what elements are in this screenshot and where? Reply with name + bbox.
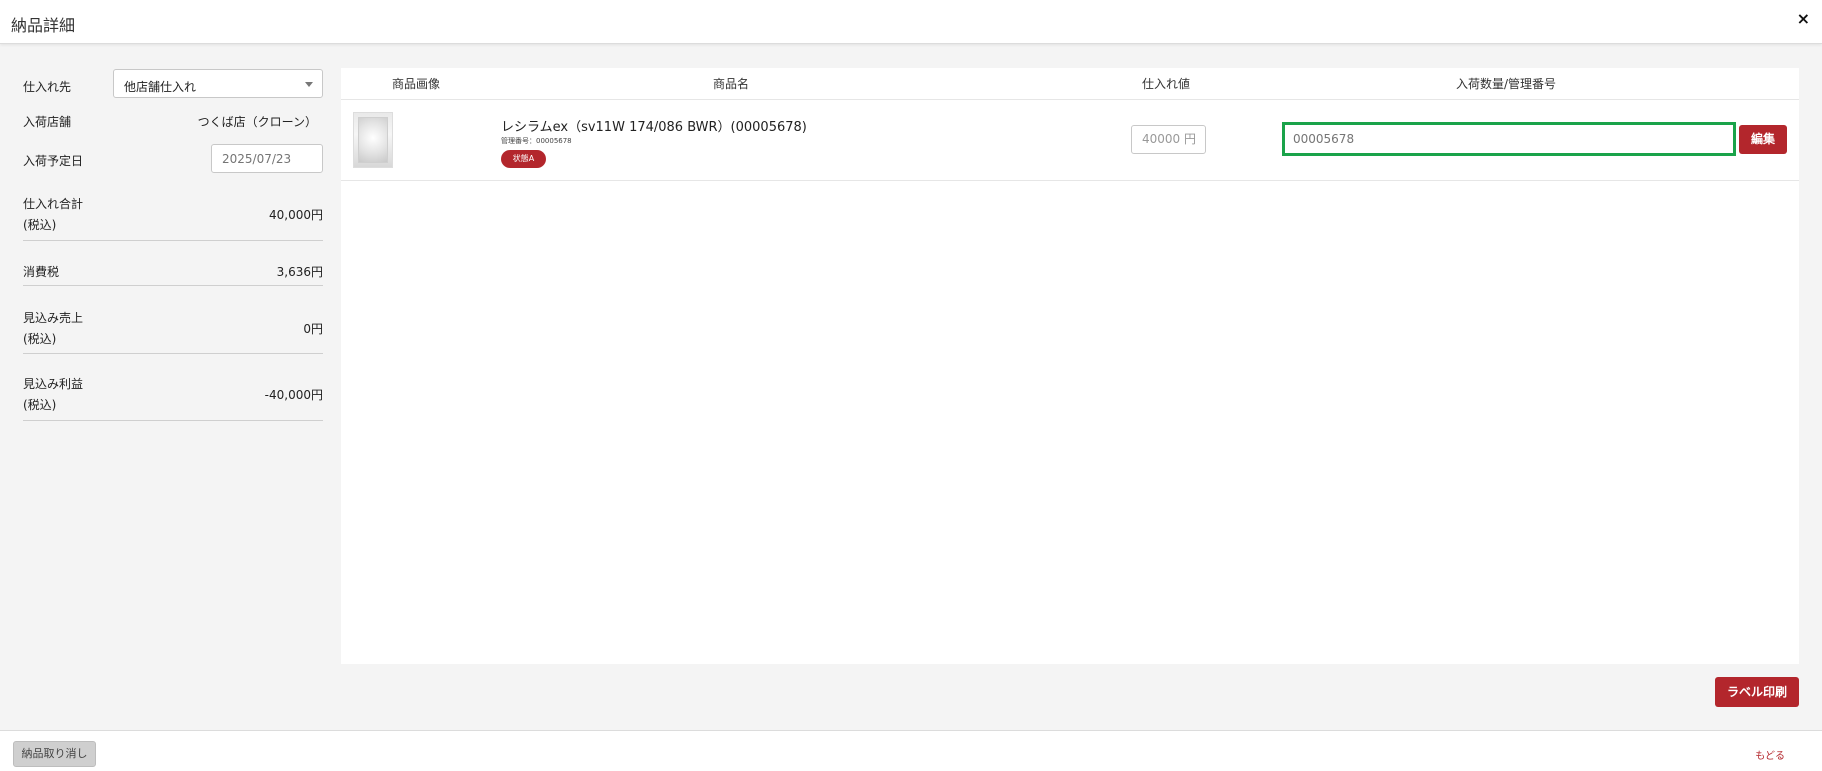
modal-header: 納品詳細 × <box>0 0 1822 44</box>
column-header-image: 商品画像 <box>391 77 440 91</box>
page-title: 納品詳細 <box>11 16 76 35</box>
cancel-delivery-button[interactable]: 納品取り消し <box>13 741 96 767</box>
price-unit: 円 <box>1184 132 1197 146</box>
divider <box>23 285 323 286</box>
divider <box>23 353 323 354</box>
supplier-row: 仕入れ先 他店舗仕入れ <box>23 69 323 98</box>
supplier-label: 仕入れ先 <box>23 80 72 94</box>
chevron-down-icon <box>305 82 313 87</box>
product-table: 商品画像 商品名 仕入れ値 入荷数量/管理番号 レシラムex（sv11W 174… <box>341 68 1799 664</box>
card-image-icon <box>358 117 388 163</box>
profit-row: 見込み利益 (税込) -40,000円 <box>23 375 323 415</box>
management-number: 管理番号：00005678 <box>501 137 572 145</box>
management-number-input[interactable] <box>1282 122 1736 156</box>
profit-value: -40,000円 <box>264 388 323 402</box>
store-row: 入荷店舗 つくば店（クローン） <box>23 113 323 129</box>
profit-label-tax: (税込) <box>23 398 57 412</box>
back-link[interactable]: もどる <box>1755 747 1785 762</box>
price-placeholder: 40000 <box>1142 132 1181 146</box>
tax-row: 消費税 3,636円 <box>23 263 323 279</box>
store-value: つくば店（クローン） <box>197 115 317 129</box>
column-header-name: 商品名 <box>712 77 749 91</box>
date-row: 入荷予定日 <box>23 144 323 173</box>
date-input[interactable] <box>211 144 323 173</box>
column-header-quantity: 入荷数量/管理番号 <box>1455 77 1557 91</box>
print-label-button[interactable]: ラベル印刷 <box>1715 677 1799 707</box>
store-label: 入荷店舗 <box>23 115 72 129</box>
profit-label: 見込み利益 <box>23 377 84 391</box>
supplier-select[interactable]: 他店舗仕入れ <box>113 69 323 98</box>
divider <box>341 99 1799 100</box>
divider <box>341 180 1799 181</box>
price-input[interactable]: 40000 円 <box>1131 125 1206 154</box>
sales-label: 見込み売上 <box>23 311 84 325</box>
product-name: レシラムex（sv11W 174/086 BWR）(00005678) <box>501 120 807 135</box>
footer: 納品取り消し もどる <box>0 730 1822 771</box>
divider <box>23 420 323 421</box>
supplier-select-value: 他店舗仕入れ <box>124 80 197 94</box>
sales-row: 見込み売上 (税込) 0円 <box>23 309 323 349</box>
total-label-tax: (税込) <box>23 218 57 232</box>
close-icon[interactable]: × <box>1797 11 1810 27</box>
date-label: 入荷予定日 <box>23 154 84 168</box>
total-row: 仕入れ合計 (税込) 40,000円 <box>23 195 323 235</box>
edit-button[interactable]: 編集 <box>1739 125 1787 154</box>
divider <box>23 240 323 241</box>
tax-label: 消費税 <box>23 265 60 279</box>
sales-label-tax: (税込) <box>23 332 57 346</box>
total-value: 40,000円 <box>269 208 323 222</box>
column-header-price: 仕入れ値 <box>1141 77 1190 91</box>
product-image <box>353 112 393 168</box>
total-label: 仕入れ合計 <box>23 197 84 211</box>
tax-value: 3,636円 <box>276 265 323 279</box>
sales-value: 0円 <box>303 322 323 336</box>
status-badge: 状態A <box>501 150 546 168</box>
